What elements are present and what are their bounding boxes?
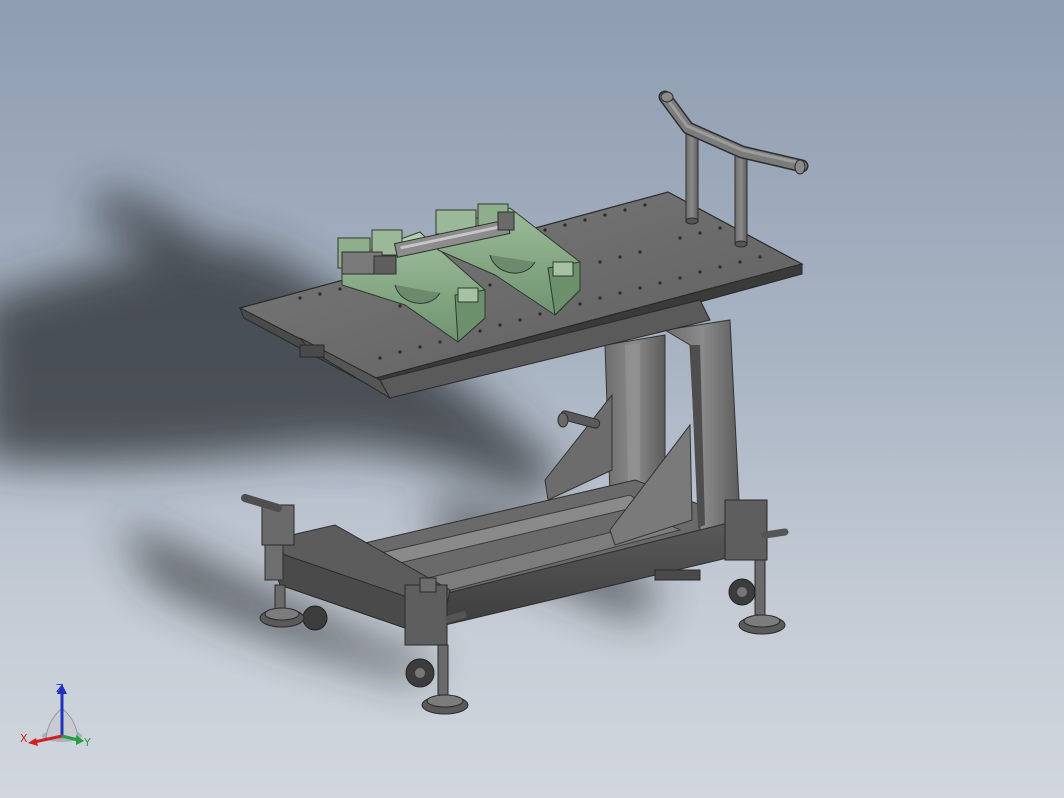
x-axis-label: X [20,732,28,745]
y-axis-label: Y [83,736,91,746]
graphics-viewport[interactable]: Z X Y [0,0,1064,798]
rear-handle-stub[interactable] [557,410,601,429]
rear-gusset[interactable] [544,393,613,501]
model-3d-view[interactable] [0,0,1064,798]
leveler-front-right[interactable] [724,499,789,635]
z-axis-label: Z [56,682,64,695]
reference-triad[interactable]: Z X Y [18,676,98,746]
